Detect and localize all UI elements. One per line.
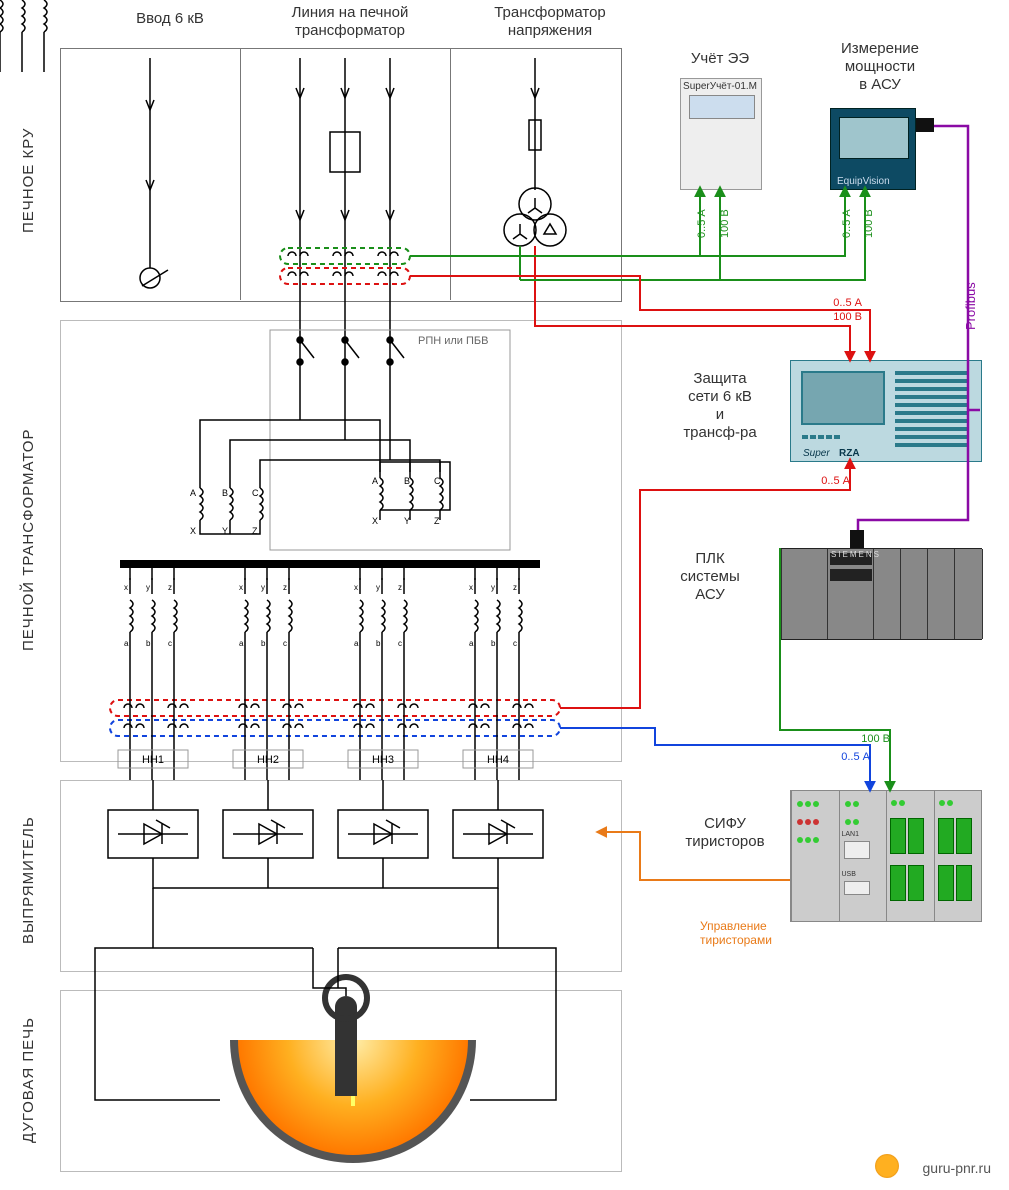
rza-title: Защита сети 6 кВ и трансф-ра: [660, 370, 780, 442]
rza1-volt: 100 В: [833, 311, 862, 323]
electrode: [335, 996, 357, 1096]
plc-title: ПЛК системы АСУ: [660, 550, 760, 604]
sifu-device: LAN1 USB: [790, 790, 982, 922]
rza-keys: [801, 427, 841, 445]
rza-device: Super RZA: [790, 360, 982, 462]
power-amp: 0..5 А: [841, 209, 853, 238]
power-meter-connector: [916, 118, 934, 132]
rza-brand1: Super: [803, 448, 830, 459]
sifu-usb-port: [844, 881, 870, 895]
green-to-sifu: [780, 638, 890, 788]
row-header-arc: ДУГОВАЯ ПЕЧЬ: [20, 990, 37, 1170]
rza-screen: [801, 371, 885, 425]
col-header-voltage-trans: Трансформатор напряжения: [450, 4, 650, 40]
energy-meter: SuperУчёт-01.M: [680, 78, 762, 190]
sifu-lan-label: LAN1: [842, 831, 860, 839]
kru-panel: [60, 48, 622, 302]
sifu-usb-label: USB: [842, 871, 856, 879]
row-header-rect: ВЫПРЯМИТЕЛЬ: [20, 790, 37, 970]
electrode-ring: [322, 974, 370, 1022]
power-meter-screen: [839, 117, 909, 159]
power-meter-vendor: EquipVision: [837, 176, 890, 187]
meter-title: Учёт ЭЭ: [670, 50, 770, 68]
row-header-kru: ПЕЧНОЕ КРУ: [20, 60, 37, 300]
meter-model: SuperУчёт-01.M: [683, 81, 757, 92]
profibus-label: Profibus: [963, 282, 978, 330]
power-volt: 100 В: [863, 209, 875, 238]
rza2-amp: 0..5 А: [821, 475, 850, 487]
plc-connector: [850, 530, 864, 548]
meter-amp: 0..5 А: [696, 209, 708, 238]
power-meter: EquipVision: [830, 108, 916, 190]
sifu-amp: 0..5 А: [841, 751, 870, 763]
col-header-line-to-ft: Линия на печной трансформатор: [250, 4, 450, 40]
power-meter-title: Измерение мощности в АСУ: [810, 40, 950, 94]
sifu-volt: 100 В: [861, 733, 890, 745]
meter-volt: 100 В: [719, 209, 731, 238]
footer-logo: [875, 1154, 899, 1178]
col-header-input6kv: Ввод 6 кВ: [80, 10, 260, 28]
footer-text: guru-pnr.ru: [923, 1160, 991, 1176]
kru-div1: [240, 48, 241, 300]
rza-leds: [895, 371, 969, 449]
ft-panel: [60, 320, 622, 762]
plc-brand: SIEMENS: [831, 551, 881, 560]
kru-div2: [450, 48, 451, 300]
sifu-lan-port: [844, 841, 870, 859]
meter-screen: [689, 95, 755, 119]
row-header-ft: ПЕЧНОЙ ТРАНСФОРМАТОР: [20, 320, 37, 760]
thyr-ctrl-l1: Управлениетиристорами: [700, 919, 772, 947]
plc-device: SIEMENS: [780, 548, 982, 640]
sifu-title: СИФУ тиристоров: [665, 815, 785, 851]
rza-brand2: RZA: [839, 448, 860, 459]
rza1-amp: 0..5 А: [833, 297, 862, 309]
rect-panel: [60, 780, 622, 972]
